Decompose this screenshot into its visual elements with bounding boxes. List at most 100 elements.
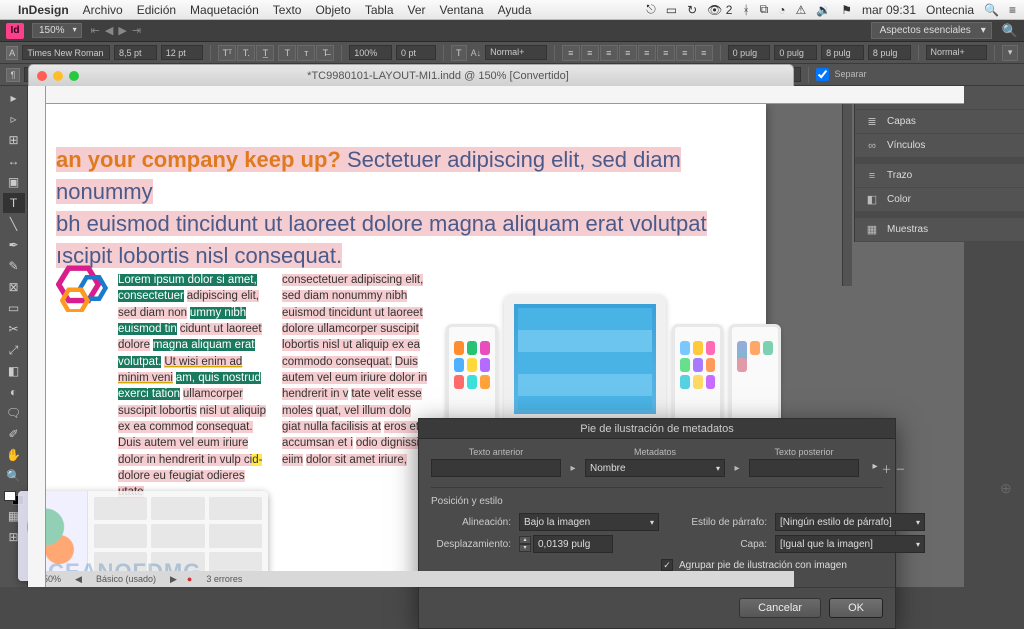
appbar-search-icon[interactable]: 🔍 (1002, 23, 1018, 39)
panel-collapse-button[interactable]: ▸▸ (842, 86, 852, 286)
status-nav-prev-icon[interactable]: ◀ (75, 574, 82, 585)
content-collector-tool[interactable]: ▣ (3, 172, 25, 192)
line-tool[interactable]: ╲ (3, 214, 25, 234)
menu-ayuda[interactable]: Ayuda (498, 3, 532, 17)
indent-right-field[interactable] (774, 45, 817, 60)
justify-last-center-button[interactable]: ≡ (657, 45, 675, 61)
notification-center-icon[interactable]: ≡ (1009, 3, 1016, 17)
fill-color-button[interactable]: T (451, 45, 467, 61)
window-minimize-icon[interactable] (53, 71, 63, 81)
indent-left-field[interactable] (728, 45, 771, 60)
alineacion-select[interactable]: Bajo la imagen (519, 513, 659, 531)
align-right-button[interactable]: ≡ (600, 45, 618, 61)
para-style-picker[interactable]: Normal+ (926, 45, 988, 60)
status-user[interactable]: Ontecnia (926, 3, 974, 17)
superscript-button[interactable]: Tᵀ (218, 45, 236, 61)
status-info[interactable]: Básico (usado) (92, 574, 160, 584)
panel-color[interactable]: ◧Color (855, 188, 1024, 212)
smallcaps-button[interactable]: ᴛ (297, 45, 315, 61)
texto-posterior-field[interactable] (749, 459, 859, 477)
hand-tool[interactable]: ✋ (3, 445, 25, 465)
status-flag-icon[interactable]: ⚑ (841, 3, 852, 17)
status-sync-icon[interactable]: ↻ (687, 3, 697, 17)
zoom-selector[interactable]: 150% (32, 23, 82, 38)
font-size-field[interactable] (114, 45, 157, 60)
align-left-button[interactable]: ≡ (562, 45, 580, 61)
hyphenate-check[interactable]: Separar (816, 68, 867, 81)
menu-edicion[interactable]: Edición (137, 3, 176, 17)
leading-field[interactable] (161, 45, 204, 60)
nav-prev-icon[interactable]: ◀ (105, 25, 113, 37)
status-remote-icon[interactable]: ⎋ (646, 2, 656, 17)
panel-vinculos[interactable]: ∞Vínculos (855, 134, 1024, 158)
spotlight-icon[interactable]: 🔍 (984, 3, 999, 17)
workspace-selector[interactable]: Aspectos esenciales (871, 22, 992, 39)
underline-button[interactable]: T̲ (256, 45, 274, 61)
menu-tabla[interactable]: Tabla (365, 3, 394, 17)
text-column-1[interactable]: Lorem ipsum dolor si amet, consectetuer … (118, 272, 268, 501)
status-nav-next-icon[interactable]: ▶ (170, 574, 177, 585)
gap-tool[interactable]: ↔ (3, 151, 25, 171)
eyedropper-tool[interactable]: ✐ (3, 424, 25, 444)
pencil-tool[interactable]: ✎ (3, 256, 25, 276)
panel-trazo[interactable]: ≡Trazo (855, 164, 1024, 188)
justify-all-button[interactable]: ≡ (695, 45, 713, 61)
ok-button[interactable]: OK (829, 598, 883, 618)
gradient-tool[interactable]: ◧ (3, 361, 25, 381)
window-zoom-icon[interactable] (69, 71, 79, 81)
ruler-horizontal[interactable] (46, 86, 964, 104)
offset-stepper[interactable]: ▴▾ (519, 536, 531, 552)
metadata-select[interactable]: Nombre (585, 459, 725, 477)
gradient-feather-tool[interactable]: ◐ (3, 382, 25, 402)
menu-objeto[interactable]: Objeto (315, 3, 350, 17)
menu-ventana[interactable]: Ventana (440, 3, 484, 17)
page-tool[interactable]: ⊞ (3, 130, 25, 150)
pen-tool[interactable]: ✒ (3, 235, 25, 255)
capa-select[interactable]: [Igual que la imagen] (775, 535, 925, 553)
nav-next-icon[interactable]: ▶ (118, 25, 126, 37)
note-tool[interactable]: 🗨 (3, 403, 25, 423)
floating-zoom-in-icon[interactable]: ⊕ (1000, 480, 1018, 498)
rectangle-frame-tool[interactable]: ⊠ (3, 277, 25, 297)
char-mode-button[interactable]: A (6, 46, 18, 60)
texto-anterior-field[interactable] (431, 459, 561, 477)
status-clock[interactable]: mar 09:31 (862, 3, 916, 17)
direct-selection-tool[interactable]: ▹ (3, 109, 25, 129)
text-column-2[interactable]: consectetuer adipiscing elit, sed diam n… (282, 272, 432, 468)
agrupar-checkbox[interactable]: ✓ (661, 559, 673, 571)
rectangle-tool[interactable]: ▭ (3, 298, 25, 318)
desplazamiento-field[interactable] (533, 535, 613, 553)
hscale-field[interactable] (349, 45, 392, 60)
nav-last-icon[interactable]: ⇥ (132, 25, 141, 37)
justify-button[interactable]: ≡ (619, 45, 637, 61)
status-volume-icon[interactable]: 🔉 (816, 3, 831, 17)
devices-image[interactable] (446, 244, 781, 424)
zoom-tool[interactable]: 🔍 (3, 466, 25, 486)
subscript-button[interactable]: T. (237, 45, 255, 61)
status-display-icon[interactable]: ▭ (666, 3, 677, 17)
align-center-button[interactable]: ≡ (581, 45, 599, 61)
font-family-field[interactable] (22, 45, 110, 60)
remove-row-button[interactable]: － (896, 461, 906, 476)
para-mode-button[interactable]: ¶ (6, 68, 20, 82)
window-close-icon[interactable] (37, 71, 47, 81)
indent-last-field[interactable] (868, 45, 911, 60)
allcaps-button[interactable]: T (278, 45, 296, 61)
menu-maquetacion[interactable]: Maquetación (190, 3, 259, 17)
hexagon-shape-icon[interactable] (56, 264, 110, 312)
baseline-field[interactable] (396, 45, 436, 60)
status-errors[interactable]: 3 errores (202, 574, 246, 584)
menu-ver[interactable]: Ver (408, 3, 426, 17)
selection-tool[interactable]: ▸ (3, 88, 25, 108)
justify-last-right-button[interactable]: ≡ (676, 45, 694, 61)
status-eye-icon[interactable]: 👁 2 (707, 3, 732, 17)
char-style-field[interactable]: Normal+ (485, 45, 547, 60)
indent-first-field[interactable] (821, 45, 864, 60)
status-timemachine-icon[interactable]: ◔ (778, 3, 785, 17)
add-row-button[interactable]: ＋ (882, 461, 892, 476)
type-tool[interactable]: T (3, 193, 25, 213)
panel-muestras[interactable]: ▦Muestras (855, 218, 1024, 242)
menu-archivo[interactable]: Archivo (83, 3, 123, 17)
status-bluetooth-icon[interactable]: ᚼ (742, 3, 749, 17)
status-wifi-icon[interactable]: ⚠︎ (795, 3, 806, 17)
